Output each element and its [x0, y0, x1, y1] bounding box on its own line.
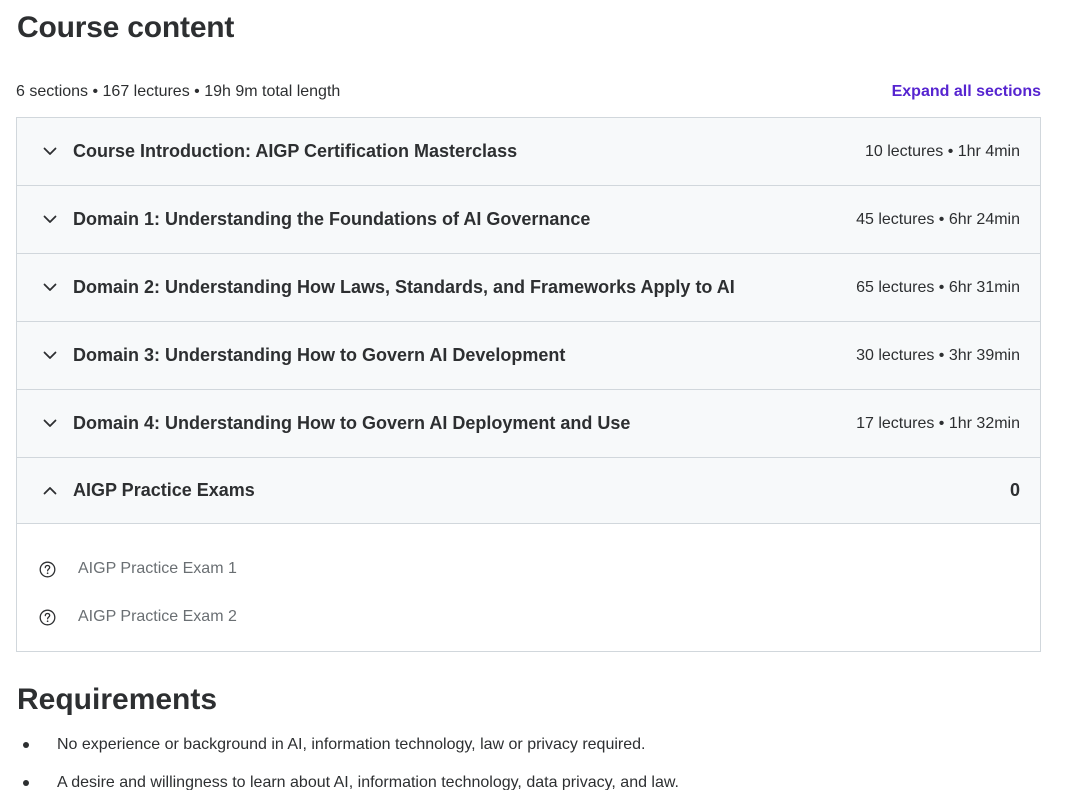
requirement-item: A desire and willingness to learn about … [16, 764, 679, 790]
chevron-up-icon [41, 482, 59, 500]
section-header-domain-3[interactable]: Domain 3: Understanding How to Govern AI… [17, 322, 1040, 390]
chevron-down-icon [41, 415, 59, 433]
section-meta: 10 lectures • 1hr 4min [864, 142, 1020, 160]
section-title: Domain 2: Understanding How Laws, Standa… [73, 277, 735, 297]
chevron-down-icon [41, 211, 59, 229]
section-title: AIGP Practice Exams [73, 480, 255, 500]
section-meta: 0 [1009, 480, 1020, 500]
question-circle-icon [38, 560, 56, 578]
bullet-icon [23, 742, 29, 748]
section-meta: 65 lectures • 6hr 31min [856, 278, 1020, 296]
course-page: Course content 6 sections • 167 lectures… [0, 0, 1067, 790]
chevron-down-icon [41, 143, 59, 161]
requirements-title: Requirements [17, 683, 218, 716]
course-summary: 6 sections • 167 lectures • 19h 9m total… [16, 83, 341, 100]
section-title: Domain 3: Understanding How to Govern AI… [73, 345, 566, 365]
course-content-title: Course content [17, 11, 235, 44]
requirement-item: No experience or background in AI, infor… [16, 726, 679, 764]
requirement-text: No experience or background in AI, infor… [57, 736, 646, 753]
lecture-item-practice-exam-2[interactable]: AIGP Practice Exam 2 [17, 593, 1040, 641]
chevron-down-icon [41, 347, 59, 365]
section-header-domain-2[interactable]: Domain 2: Understanding How Laws, Standa… [17, 254, 1040, 322]
section-header-intro[interactable]: Course Introduction: AIGP Certification … [17, 118, 1040, 186]
course-content-meta-row: 6 sections • 167 lectures • 19h 9m total… [16, 80, 1041, 104]
section-meta: 30 lectures • 3hr 39min [856, 346, 1020, 364]
requirements-list: No experience or background in AI, infor… [16, 726, 679, 790]
chevron-down-icon [41, 279, 59, 297]
lecture-title: AIGP Practice Exam 1 [78, 560, 237, 577]
bullet-icon [23, 780, 29, 786]
section-header-domain-1[interactable]: Domain 1: Understanding the Foundations … [17, 186, 1040, 254]
lecture-item-practice-exam-1[interactable]: AIGP Practice Exam 1 [17, 545, 1040, 593]
expand-all-sections-button[interactable]: Expand all sections [892, 83, 1041, 101]
requirement-text: A desire and willingness to learn about … [57, 774, 679, 790]
section-title: Domain 1: Understanding the Foundations … [73, 209, 591, 229]
section-header-practice-exams[interactable]: AIGP Practice Exams 0 [17, 458, 1040, 524]
section-header-domain-4[interactable]: Domain 4: Understanding How to Govern AI… [17, 390, 1040, 458]
section-title: Course Introduction: AIGP Certification … [73, 141, 518, 161]
section-title: Domain 4: Understanding How to Govern AI… [73, 413, 631, 433]
question-circle-icon [38, 608, 56, 626]
practice-exams-lecture-list: AIGP Practice Exam 1 AIGP Practice Exam … [17, 524, 1040, 651]
section-meta: 45 lectures • 6hr 24min [856, 210, 1020, 228]
section-meta: 17 lectures • 1hr 32min [856, 414, 1020, 432]
lecture-title: AIGP Practice Exam 2 [78, 608, 237, 625]
curriculum-accordion: Course Introduction: AIGP Certification … [16, 117, 1041, 652]
